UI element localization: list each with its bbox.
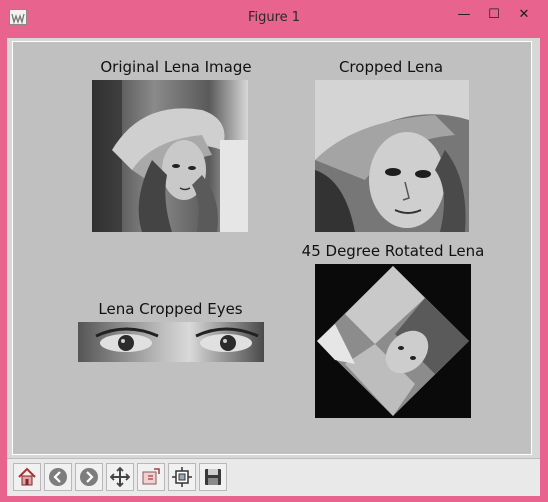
zoom-rect-icon: [140, 466, 162, 488]
save-icon: [202, 466, 224, 488]
maximize-button[interactable]: ☐: [481, 6, 507, 24]
figure-client-area: Original Lena Image Cropped Lena Lena Cr…: [7, 38, 540, 496]
rotated-lena-image: [315, 264, 471, 418]
pan-button[interactable]: [106, 463, 134, 491]
figure-canvas: Original Lena Image Cropped Lena Lena Cr…: [12, 41, 532, 455]
subplot-title-rotated: 45 Degree Rotated Lena: [301, 242, 485, 260]
close-button[interactable]: ✕: [511, 6, 537, 24]
subplot-title-original: Original Lena Image: [100, 58, 252, 76]
original-lena-image: [92, 80, 248, 232]
zoom-rect-button[interactable]: [137, 463, 165, 491]
figure-window: Figure 1 — ☐ ✕ Original Lena Image Cropp…: [0, 0, 548, 502]
navigation-toolbar: [7, 458, 540, 496]
back-arrow-icon: [47, 466, 69, 488]
forward-button[interactable]: [75, 463, 103, 491]
back-button[interactable]: [44, 463, 72, 491]
configure-subplots-icon: [171, 466, 193, 488]
pan-icon: [109, 466, 131, 488]
lena-cropped-eyes-image: [78, 322, 264, 362]
save-button[interactable]: [199, 463, 227, 491]
minimize-button[interactable]: —: [451, 6, 477, 24]
forward-arrow-icon: [78, 466, 100, 488]
home-button[interactable]: [13, 463, 41, 491]
cropped-lena-image: [315, 80, 469, 232]
configure-subplots-button[interactable]: [168, 463, 196, 491]
home-icon: [16, 466, 38, 488]
subplot-title-cropped: Cropped Lena: [338, 58, 444, 76]
subplot-title-eyes: Lena Cropped Eyes: [98, 300, 243, 318]
title-bar[interactable]: Figure 1 — ☐ ✕: [0, 0, 548, 38]
